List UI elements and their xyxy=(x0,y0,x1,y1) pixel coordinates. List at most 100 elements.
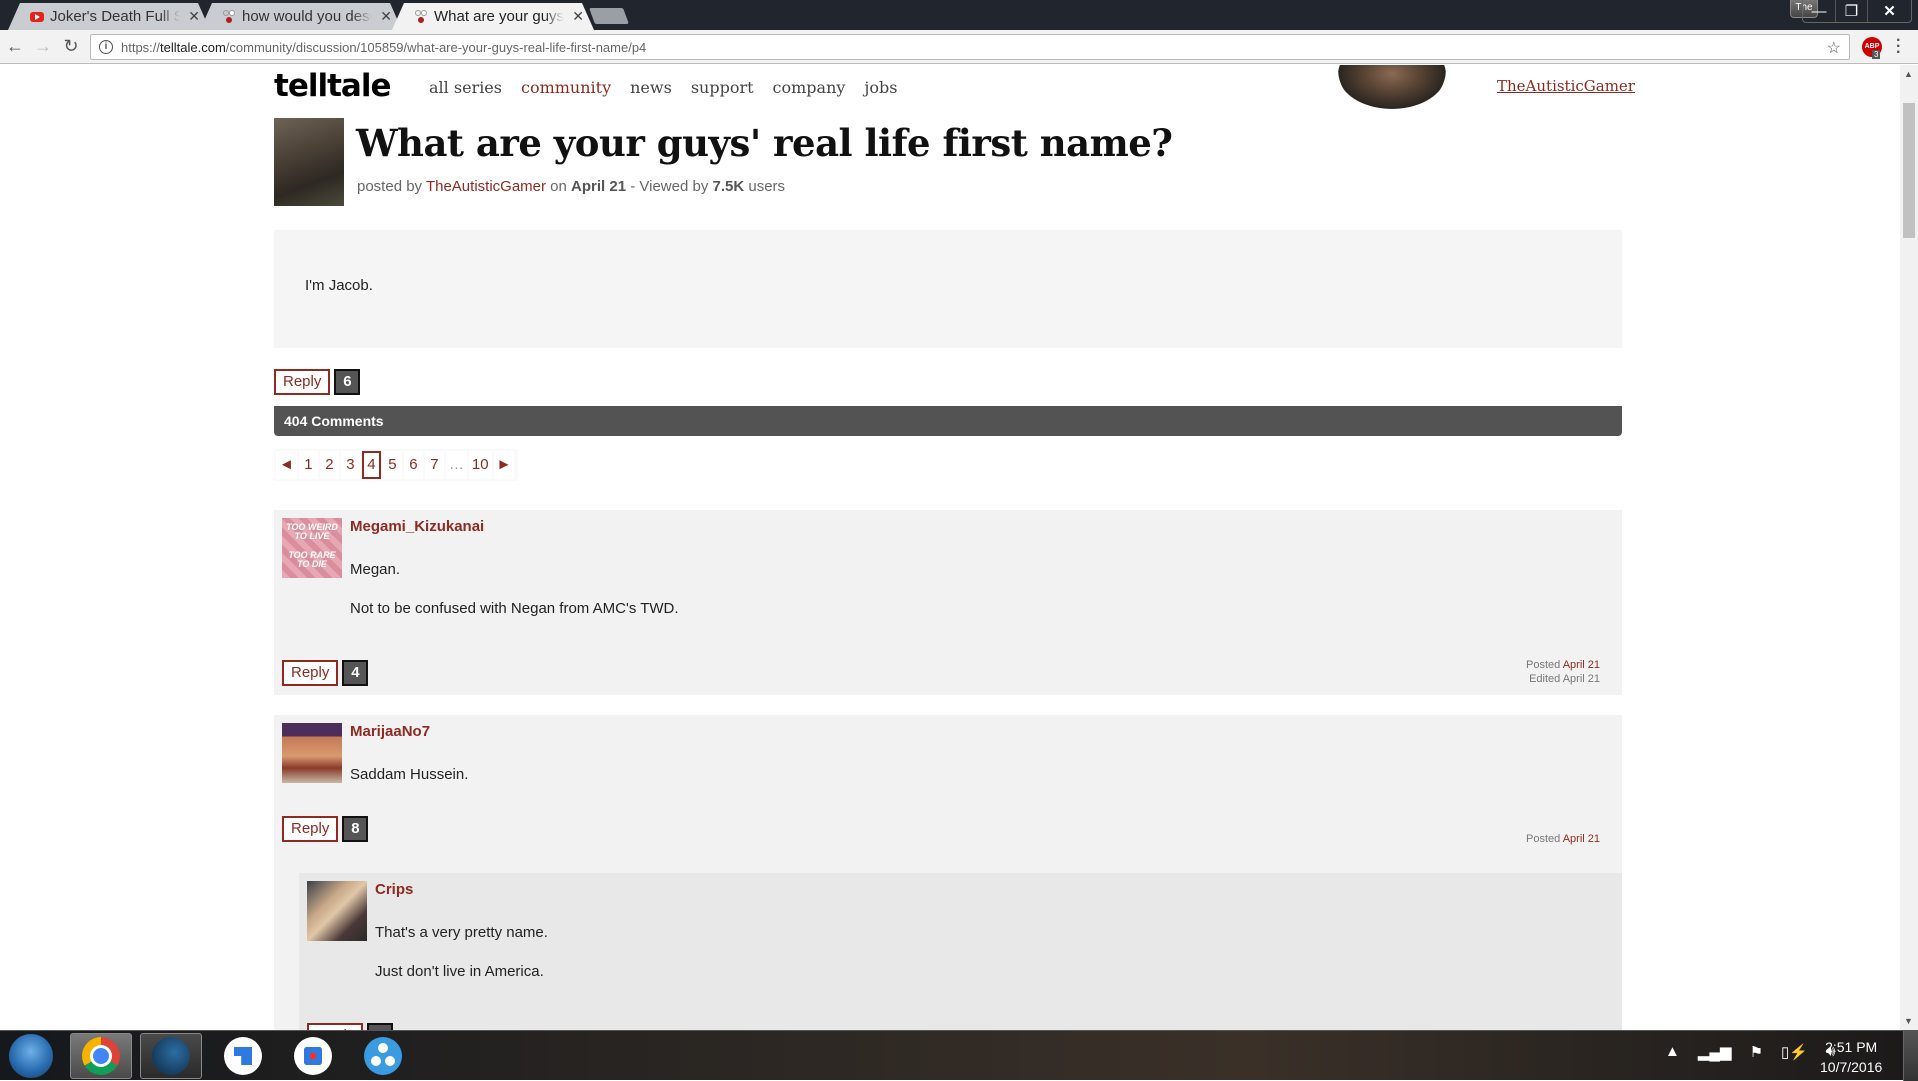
extension-badge: 3 xyxy=(1872,50,1881,59)
comment-item: MarijaaNo7 Saddam Hussein. Reply 8 Poste… xyxy=(274,715,1622,1030)
clock-time: 2:51 PM xyxy=(1825,1039,1878,1055)
nav-all-series[interactable]: all series xyxy=(429,78,502,97)
scroll-down-arrow-icon[interactable]: ▼ xyxy=(1904,1016,1913,1026)
reply-count-badge xyxy=(367,1023,394,1030)
reply-button[interactable]: Reply xyxy=(307,1023,364,1030)
comment-actions: Reply xyxy=(307,1023,394,1030)
comment-text: Not to be confused with Negan from AMC's… xyxy=(350,600,679,617)
comment-actions: Reply 8 xyxy=(282,816,369,842)
comment-text: Saddam Hussein. xyxy=(350,766,469,783)
telltale-logo[interactable]: telltale xyxy=(274,68,391,104)
commenter-avatar[interactable]: TOO WEIRD TO LIVE TOO RARE TO DIE xyxy=(282,518,342,578)
tab-active-discussion[interactable]: What are your guys' real ✕ xyxy=(392,3,594,30)
discussion-body-text: I'm Jacob. xyxy=(305,277,373,294)
page-scrollbar[interactable]: ▲ ▼ xyxy=(1900,65,1918,1030)
page-ellipsis: … xyxy=(445,451,467,479)
tab-youtube[interactable]: Joker's Death Full Scene ✕ xyxy=(8,3,210,30)
info-icon[interactable]: i xyxy=(99,40,113,54)
user-avatar[interactable] xyxy=(1338,65,1446,109)
close-window-button[interactable]: ✕ xyxy=(1867,0,1911,22)
page-1[interactable]: 1 xyxy=(298,451,318,479)
prev-page-button[interactable]: ◄ xyxy=(276,451,297,479)
action-center-flag-icon[interactable]: ⚑ xyxy=(1750,1043,1763,1061)
posted-date-link[interactable]: April 21 xyxy=(1563,659,1600,671)
network-signal-icon[interactable]: ▂▄▆ xyxy=(1698,1043,1732,1061)
reply-button[interactable]: Reply xyxy=(282,816,339,842)
back-button[interactable]: ← xyxy=(4,36,26,57)
system-clock[interactable]: 2:51 PM 10/7/2016 xyxy=(1820,1037,1882,1077)
scroll-up-arrow-icon[interactable]: ▲ xyxy=(1904,69,1913,79)
close-tab-icon[interactable]: ✕ xyxy=(380,8,392,25)
address-bar[interactable]: i https://telltale.com/community/discuss… xyxy=(90,34,1850,60)
minimize-button[interactable]: — xyxy=(1803,0,1835,22)
comment-text: That's a very pretty name. xyxy=(375,924,548,941)
views-suffix: users xyxy=(748,178,786,195)
posted-date-link[interactable]: April 21 xyxy=(1563,833,1600,845)
comment-text: Megan. xyxy=(350,561,401,578)
url-path: /community/discussion/105859/what-are-yo… xyxy=(225,39,647,55)
comment-author[interactable]: Crips xyxy=(375,881,413,898)
tab-label: how would you describe xyxy=(242,8,370,25)
page-5[interactable]: 5 xyxy=(382,451,402,479)
browser-menu-icon[interactable]: · · · xyxy=(1896,33,1901,61)
windows-start-button[interactable] xyxy=(9,1034,53,1078)
bookmark-star-icon[interactable]: ☆ xyxy=(1827,38,1841,58)
viewed-label: - Viewed by xyxy=(630,178,709,195)
show-hidden-icons-icon[interactable]: ▲ xyxy=(1665,1043,1680,1061)
page-2[interactable]: 2 xyxy=(319,451,339,479)
reply-count-badge: 4 xyxy=(342,660,369,686)
reload-button[interactable]: ↻ xyxy=(60,36,82,57)
taskbar-steam[interactable] xyxy=(140,1033,202,1079)
discussion-title: What are your guys' real life first name… xyxy=(356,121,1173,165)
blue-target-app-icon xyxy=(294,1037,332,1075)
url-scheme: https:// xyxy=(121,39,161,55)
current-user-link[interactable]: TheAutisticGamer xyxy=(1497,77,1635,95)
comment-author[interactable]: MarijaaNo7 xyxy=(350,723,430,740)
nav-support[interactable]: support xyxy=(691,78,754,97)
nav-company[interactable]: company xyxy=(773,78,846,97)
commenter-avatar[interactable] xyxy=(307,881,367,941)
next-page-button[interactable]: ► xyxy=(493,451,515,479)
forward-button[interactable]: → xyxy=(32,36,54,57)
taskbar-chrome[interactable] xyxy=(70,1033,132,1079)
taskbar-app-2[interactable] xyxy=(282,1033,344,1079)
new-tab-button[interactable] xyxy=(589,8,629,24)
page-4-current[interactable]: 4 xyxy=(361,451,381,479)
reply-button[interactable]: Reply xyxy=(282,660,339,686)
nav-jobs[interactable]: jobs xyxy=(864,78,897,97)
op-author-link[interactable]: TheAutisticGamer xyxy=(426,178,546,195)
close-tab-icon[interactable]: ✕ xyxy=(188,8,200,25)
page-10[interactable]: 10 xyxy=(468,451,492,479)
discussion-body: I'm Jacob. xyxy=(274,230,1622,348)
telltale-icon xyxy=(222,10,236,24)
page-3[interactable]: 3 xyxy=(340,451,360,479)
comments-count-bar: 404 Comments xyxy=(274,406,1622,436)
youtube-icon xyxy=(30,10,44,24)
op-avatar[interactable] xyxy=(274,118,344,206)
maximize-button[interactable]: ❐ xyxy=(1835,0,1867,22)
avatar-text: TO DIE xyxy=(297,559,327,569)
telltale-icon xyxy=(414,10,428,24)
blue-dots-app-icon xyxy=(364,1037,402,1075)
nav-news[interactable]: news xyxy=(630,78,672,97)
avatar-text: TO LIVE xyxy=(294,531,330,541)
nested-comment-item: Crips That's a very pretty name. Just do… xyxy=(299,873,1622,1030)
discussion-actions: Reply 6 xyxy=(274,369,361,395)
nav-community[interactable]: community xyxy=(521,78,611,97)
reply-button[interactable]: Reply xyxy=(274,369,331,395)
commenter-avatar[interactable] xyxy=(282,723,342,783)
close-tab-icon[interactable]: ✕ xyxy=(572,8,584,25)
page-7[interactable]: 7 xyxy=(424,451,444,479)
tab-label: What are your guys' real xyxy=(434,8,565,25)
pagination: ◄ 1 2 3 4 5 6 7 … 10 ► xyxy=(274,449,519,481)
comment-actions: Reply 4 xyxy=(282,660,369,686)
comment-date: Posted April 21 xyxy=(1526,832,1600,846)
taskbar-app-1[interactable] xyxy=(212,1033,274,1079)
comment-author[interactable]: Megami_Kizukanai xyxy=(350,518,484,535)
tab-describe[interactable]: how would you describe ✕ xyxy=(200,3,402,30)
show-desktop-button[interactable] xyxy=(1903,1031,1918,1081)
battery-power-icon[interactable]: ▯⚡ xyxy=(1781,1043,1808,1061)
scrollbar-thumb[interactable] xyxy=(1903,103,1915,238)
page-6[interactable]: 6 xyxy=(403,451,423,479)
taskbar-app-3[interactable] xyxy=(352,1033,414,1079)
